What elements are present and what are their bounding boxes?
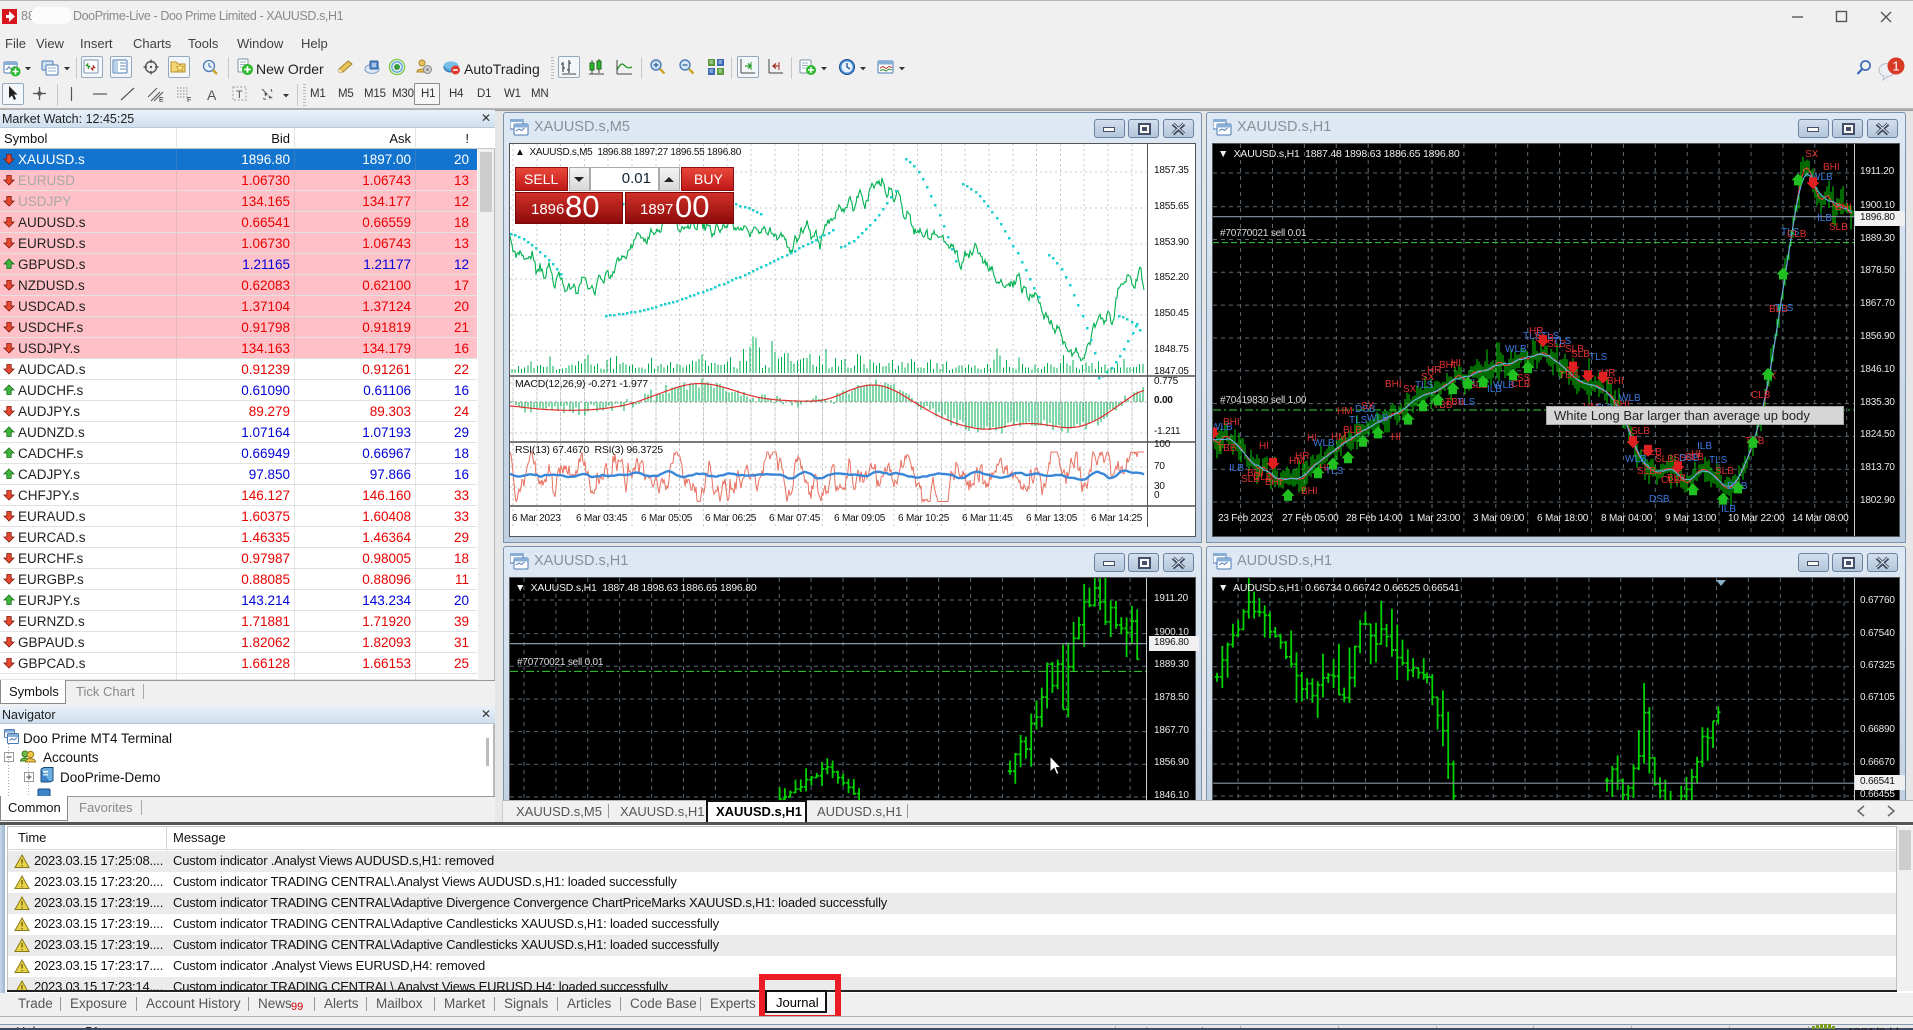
svg-text:SLB: SLB <box>1829 222 1848 233</box>
svg-text:TBB: TBB <box>1217 443 1237 454</box>
svg-text:SLB: SLB <box>1631 426 1650 437</box>
svg-text:SLB: SLB <box>1655 454 1674 465</box>
svg-text:1: 1 <box>1892 59 1899 74</box>
svg-text:DSB: DSB <box>1649 494 1670 505</box>
svg-text:F: F <box>187 97 191 103</box>
svg-text:WLB: WLB <box>1367 413 1389 424</box>
svg-text:SX: SX <box>1805 149 1819 160</box>
svg-text:SS: SS <box>1517 373 1531 384</box>
svg-text:BHI: BHI <box>1835 202 1852 213</box>
svg-text:HI: HI <box>1391 432 1401 443</box>
svg-text:E: E <box>159 97 164 103</box>
svg-text:SLB: SLB <box>1637 466 1656 477</box>
svg-text:BHI: BHI <box>1301 486 1318 497</box>
svg-text:WLB: WLB <box>1505 344 1527 355</box>
svg-text:TLS: TLS <box>1589 352 1608 363</box>
svg-text:TLS: TLS <box>1349 415 1368 426</box>
svg-text:HI: HI <box>1259 441 1269 452</box>
svg-text:CLB: CLB <box>1787 229 1807 240</box>
svg-text:BHI: BHI <box>1265 477 1282 488</box>
svg-text:HI: HI <box>1451 358 1461 369</box>
svg-text:BLB: BLB <box>1343 425 1362 436</box>
svg-text:BLB: BLB <box>1667 473 1686 484</box>
svg-text:BHI: BHI <box>1223 417 1240 428</box>
svg-text:ILB: ILB <box>1697 441 1712 452</box>
svg-text:BHI: BHI <box>1607 376 1624 387</box>
svg-text:T: T <box>236 89 243 101</box>
svg-text:BHI: BHI <box>1385 379 1402 390</box>
svg-text:TLS: TLS <box>1457 397 1476 408</box>
svg-text:SLB: SLB <box>1715 466 1734 477</box>
svg-text:TBB: TBB <box>1559 370 1579 381</box>
svg-text:CLB: CLB <box>1751 390 1771 401</box>
svg-text:TLS: TLS <box>1709 455 1728 466</box>
svg-text:BHI: BHI <box>1823 162 1840 173</box>
svg-text:WLB: WLB <box>1619 393 1641 404</box>
svg-text:SX: SX <box>1361 401 1375 412</box>
svg-text:TLS: TLS <box>1775 303 1794 314</box>
svg-text:SLB: SLB <box>1571 349 1590 360</box>
svg-text:ILB: ILB <box>1229 463 1244 474</box>
svg-text:HR: HR <box>1295 451 1309 462</box>
